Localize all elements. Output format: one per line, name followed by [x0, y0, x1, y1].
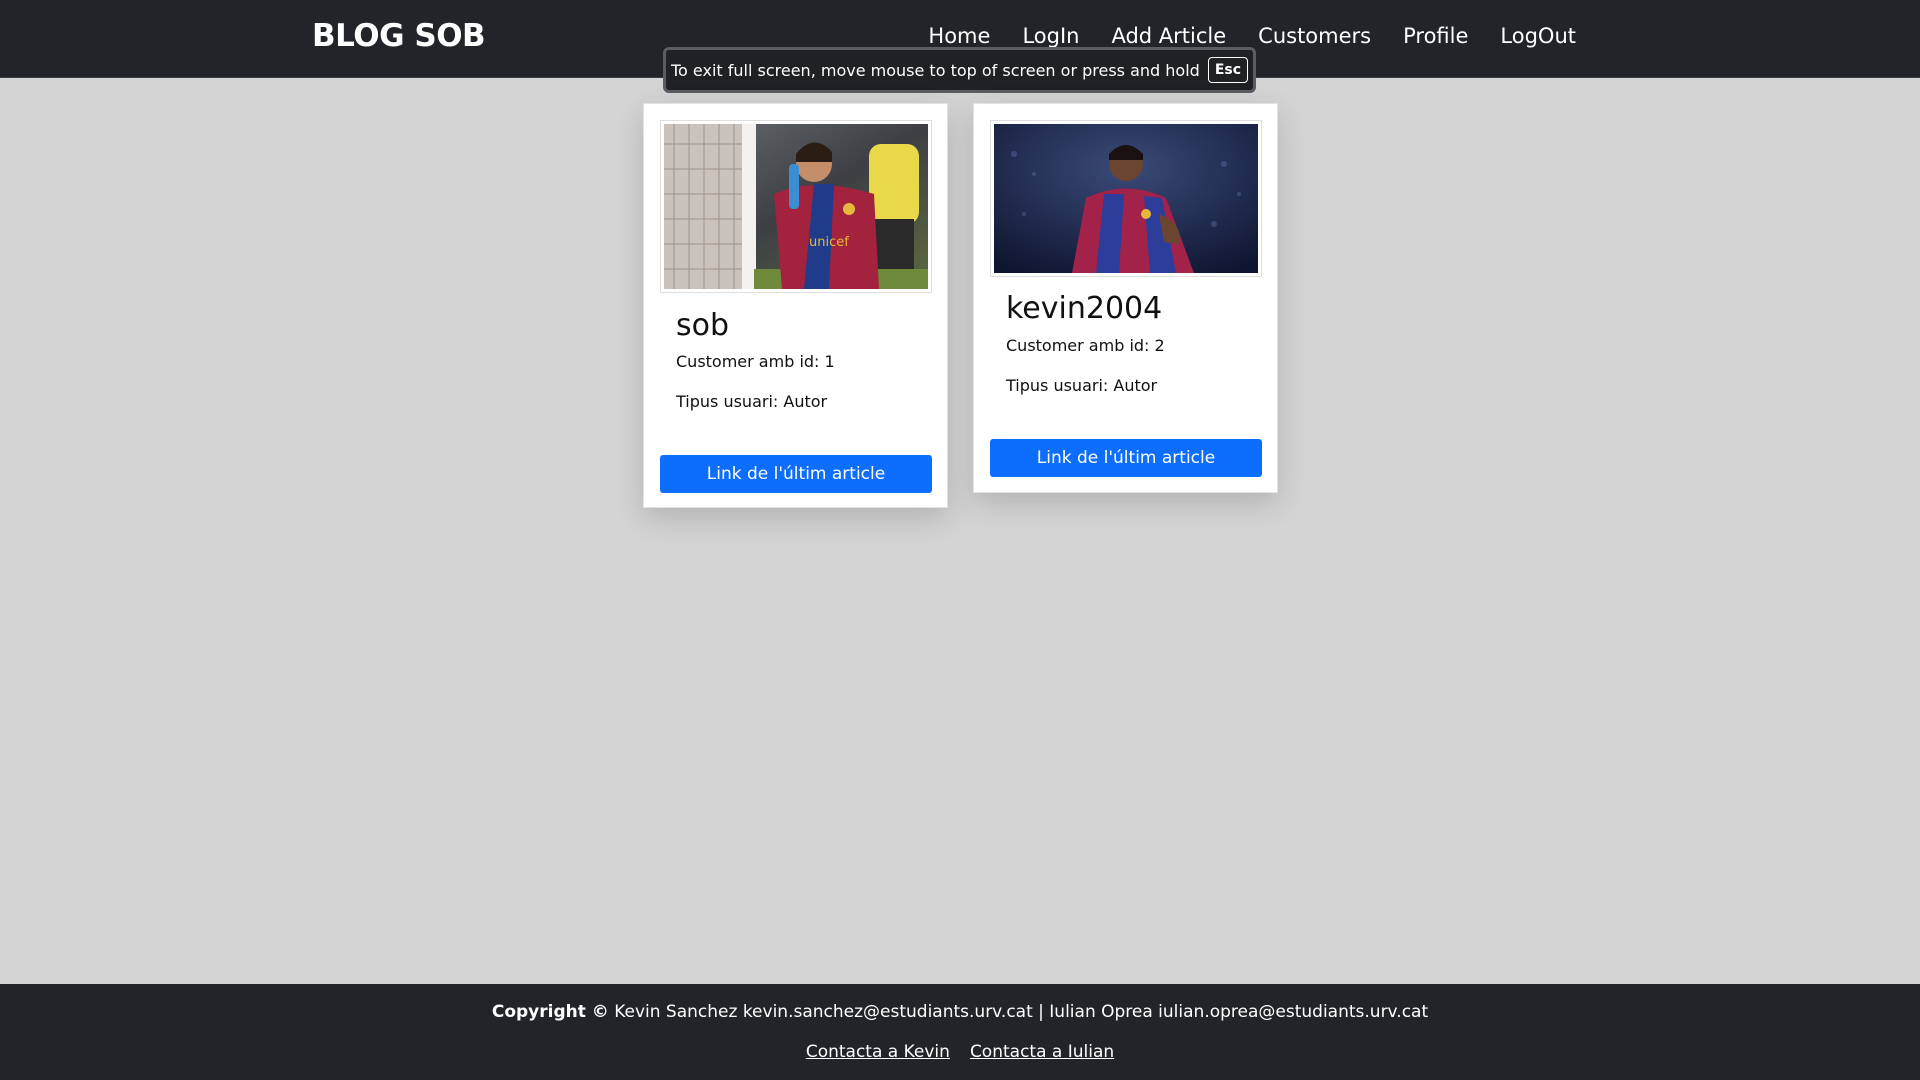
footer-links: Contacta a Kevin Contacta a Iulian	[0, 1042, 1920, 1062]
customer-image-frame: unicef	[660, 120, 932, 293]
brand-logo[interactable]: BLOG SOB	[312, 18, 486, 54]
esc-key-badge: Esc	[1207, 57, 1249, 83]
customer-type: Tipus usuari: Autor	[676, 392, 828, 411]
nav-add-article[interactable]: Add Article	[1111, 24, 1226, 48]
last-article-button[interactable]: Link de l'últim article	[990, 439, 1262, 477]
contact-iulian-link[interactable]: Contacta a Iulian	[970, 1042, 1114, 1062]
nav-logout[interactable]: LogOut	[1500, 24, 1576, 48]
copyright-text: Kevin Sanchez kevin.sanchez@estudiants.u…	[608, 1002, 1429, 1022]
fullscreen-notice-text: To exit full screen, move mouse to top o…	[670, 60, 1200, 80]
customer-type: Tipus usuari: Autor	[1006, 376, 1158, 395]
svg-text:unicef: unicef	[809, 235, 849, 250]
nav-profile[interactable]: Profile	[1403, 24, 1468, 48]
customer-id: Customer amb id: 2	[1006, 336, 1165, 355]
nav-login[interactable]: LogIn	[1022, 24, 1079, 48]
customer-photo	[994, 124, 1258, 273]
footer-copyright: Copyright © Kevin Sanchez kevin.sanchez@…	[0, 1002, 1920, 1022]
fullscreen-exit-notice: To exit full screen, move mouse to top o…	[663, 47, 1256, 93]
customer-image-frame	[990, 120, 1262, 277]
player-photo-image	[994, 124, 1258, 273]
nav-customers[interactable]: Customers	[1258, 24, 1371, 48]
last-article-button[interactable]: Link de l'últim article	[660, 455, 932, 493]
player-photo-image: unicef	[664, 124, 928, 289]
customer-card: kevin2004 Customer amb id: 2 Tipus usuar…	[973, 103, 1278, 493]
footer: Copyright © Kevin Sanchez kevin.sanchez@…	[0, 984, 1920, 1080]
nav-home[interactable]: Home	[928, 24, 990, 48]
contact-kevin-link[interactable]: Contacta a Kevin	[806, 1042, 950, 1062]
customer-card: unicef sob Customer amb id: 1 Tipus usua…	[643, 103, 948, 508]
customer-name: kevin2004	[1006, 291, 1163, 326]
customer-name: sob	[676, 308, 730, 343]
copyright-label: Copyright ©	[491, 1002, 609, 1022]
customer-id: Customer amb id: 1	[676, 352, 835, 371]
customer-photo: unicef	[664, 124, 928, 289]
nav-links: Home LogIn Add Article Customers Profile…	[928, 24, 1576, 48]
